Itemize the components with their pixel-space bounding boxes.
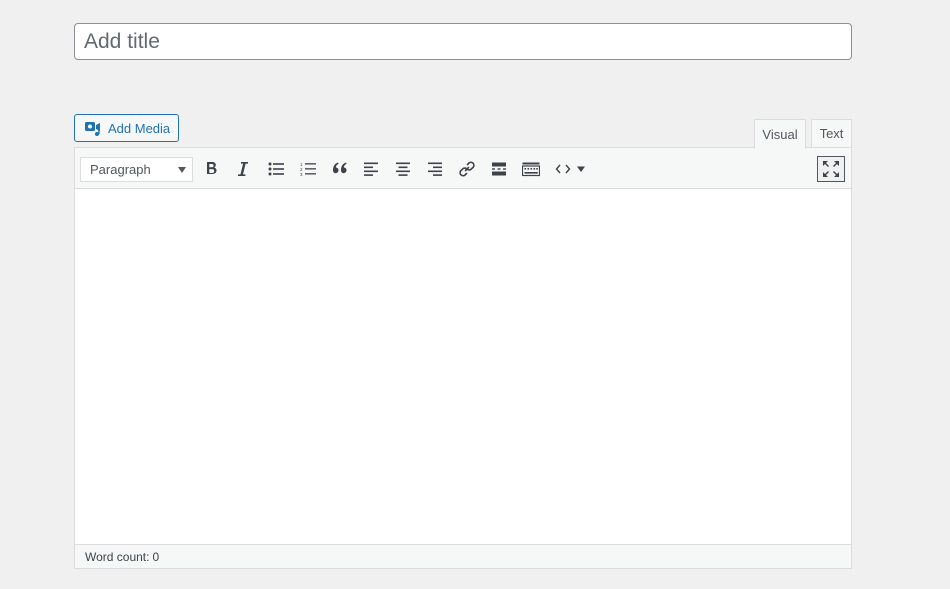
tab-visual-label: Visual [762, 126, 798, 142]
toolbar-toggle-button[interactable] [518, 157, 544, 181]
editor-content-area[interactable] [75, 189, 851, 545]
blockquote-button[interactable] [327, 157, 353, 181]
tab-visual[interactable]: Visual [754, 119, 806, 149]
numbered-list-icon: 1 2 3 [300, 162, 316, 176]
tab-text[interactable]: Text [811, 119, 852, 148]
link-icon [459, 161, 475, 177]
dropdown-arrow-icon [577, 166, 585, 172]
editor: Paragraph 1 2 3 Word count: 0 [74, 147, 852, 569]
fullscreen-button[interactable] [817, 156, 845, 182]
editor-toolbar: Paragraph 1 2 3 [75, 148, 851, 189]
align-center-icon [396, 162, 410, 176]
toolbar-toggle-icon [522, 162, 540, 177]
word-count-value: 0 [152, 549, 160, 564]
code-icon [555, 164, 571, 174]
align-center-button[interactable] [390, 157, 416, 181]
title-input[interactable] [74, 23, 852, 60]
align-right-button[interactable] [422, 157, 448, 181]
format-select-value: Paragraph [90, 162, 151, 177]
word-count-label: Word count: [85, 549, 150, 564]
bold-icon [207, 162, 217, 174]
add-media-label: Add Media [108, 120, 171, 136]
svg-text:3: 3 [300, 172, 303, 176]
align-right-icon [428, 162, 442, 176]
add-media-button[interactable]: Add Media [74, 114, 179, 142]
italic-button[interactable] [230, 157, 256, 181]
editor-statusbar: Word count: 0 [75, 544, 851, 568]
align-left-button[interactable] [358, 157, 384, 181]
media-icon [84, 119, 102, 137]
read-more-button[interactable] [486, 157, 512, 181]
bulleted-list-icon [268, 162, 284, 176]
align-left-icon [364, 162, 378, 176]
fullscreen-icon [823, 161, 839, 177]
tab-text-label: Text [819, 126, 844, 141]
bulleted-list-button[interactable] [263, 157, 289, 181]
read-more-icon [492, 162, 506, 176]
blockquote-icon [333, 162, 347, 174]
numbered-list-button[interactable]: 1 2 3 [295, 157, 321, 181]
italic-icon [238, 162, 248, 176]
link-button[interactable] [454, 157, 480, 181]
code-dropdown-button[interactable] [572, 157, 590, 181]
bold-button[interactable] [199, 157, 225, 181]
format-select[interactable]: Paragraph [80, 157, 193, 182]
chevron-down-icon [178, 167, 186, 173]
